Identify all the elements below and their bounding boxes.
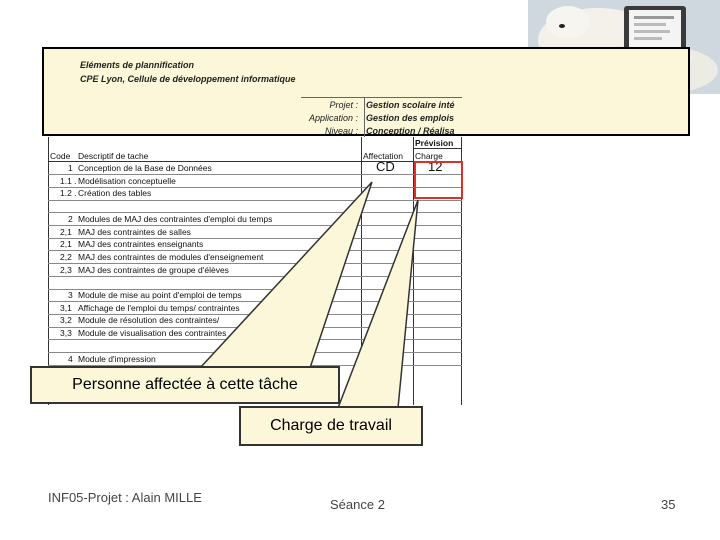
slide-number: 35	[661, 497, 676, 512]
callout-pointers	[198, 181, 419, 409]
footer-course: INF05-Projet : Alain MILLE	[48, 490, 202, 505]
footer-session: Séance 2	[330, 497, 385, 512]
callout-workload: Charge de travail	[239, 406, 423, 446]
callout-person-assigned: Personne affectée à cette tâche	[30, 366, 340, 404]
